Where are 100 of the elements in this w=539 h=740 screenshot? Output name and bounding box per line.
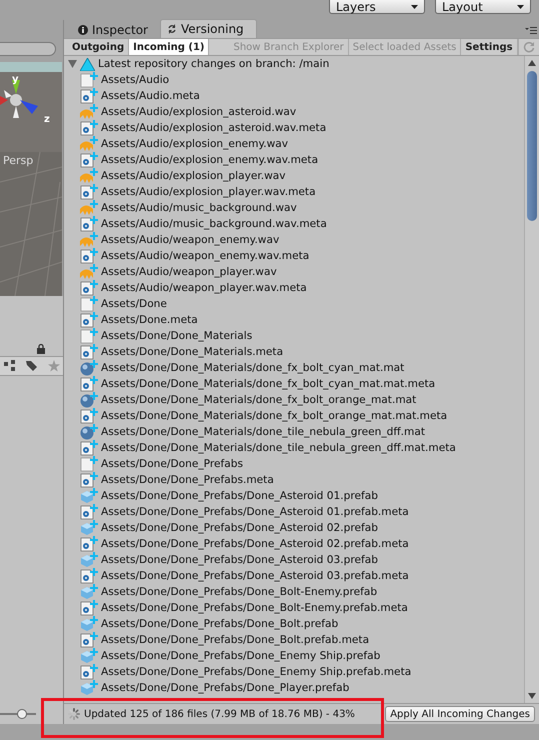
prefab-file-icon bbox=[80, 488, 100, 504]
status-message: Updated 125 of 186 files (7.99 MB of 18.76 MB) - 43% bbox=[84, 708, 355, 720]
prefab-file-icon bbox=[80, 616, 100, 632]
audio-file-icon bbox=[80, 136, 100, 152]
file-path[interactable]: Assets/Done/Done_Prefabs/Done_Bolt-Enemy.prefab bbox=[101, 586, 378, 598]
file-path[interactable]: Assets/Done bbox=[101, 298, 167, 310]
folder-file-icon bbox=[80, 296, 100, 312]
file-path[interactable]: Assets/Done/Done_Prefabs/Done_Asteroid 02.prefab bbox=[101, 522, 378, 534]
material-file-icon bbox=[80, 392, 100, 408]
tab[interactable]: Versioning bbox=[160, 19, 257, 38]
file-path[interactable]: Assets/Done/Done_Materials/done_tile_nebula_green_dff.mat.meta bbox=[101, 442, 456, 454]
meta-file-icon bbox=[80, 344, 100, 360]
file-path[interactable]: Assets/Audio/music_background.wav bbox=[101, 202, 297, 214]
file-path[interactable]: Assets/Audio/weapon_player.wav.meta bbox=[101, 282, 307, 294]
menu-icon[interactable] bbox=[525, 26, 537, 34]
file-path[interactable]: Assets/Done/Done_Prefabs/Done_Bolt.prefab.meta bbox=[101, 634, 370, 646]
file-path[interactable]: Assets/Done/Done_Materials.meta bbox=[101, 346, 284, 358]
dropdown[interactable]: Layout bbox=[435, 0, 531, 14]
file-path[interactable]: Assets/Done/Done_Prefabs/Done_Enemy Ship.prefab bbox=[101, 650, 380, 662]
file-path[interactable]: Assets/Audio/explosion_enemy.wav.meta bbox=[101, 154, 318, 166]
meta-file-icon bbox=[80, 504, 100, 520]
expand-arrow-icon[interactable] bbox=[68, 60, 77, 68]
meta-file-icon bbox=[80, 408, 100, 424]
zoom-slider[interactable] bbox=[0, 709, 36, 719]
file-path[interactable]: Assets/Done/Done_Prefabs.meta bbox=[101, 474, 274, 486]
meta-file-icon bbox=[80, 664, 100, 680]
folder-file-icon bbox=[80, 456, 100, 472]
file-path[interactable]: Assets/Audio/music_background.wav.meta bbox=[101, 218, 327, 230]
file-path[interactable]: Assets/Done/Done_Materials/done_fx_bolt_cyan_mat.mat bbox=[101, 362, 404, 374]
prefab-file-icon bbox=[80, 552, 100, 568]
star-icon[interactable] bbox=[48, 360, 60, 372]
file-path[interactable]: Assets/Done/Done_Prefabs/Done_Bolt-Enemy.prefab.meta bbox=[101, 602, 408, 614]
file-path[interactable]: Assets/Done/Done_Materials/done_fx_bolt_cyan_mat.mat.meta bbox=[101, 378, 436, 390]
toolbar-button[interactable]: Settings bbox=[461, 39, 518, 55]
caret-icon bbox=[517, 4, 524, 8]
file-path[interactable]: Assets/Audio/weapon_enemy.wav.meta bbox=[101, 250, 310, 262]
file-path[interactable]: Assets/Done/Done_Materials/done_fx_bolt_orange_mat.mat bbox=[101, 394, 416, 406]
audio-file-icon bbox=[80, 168, 100, 184]
file-path[interactable]: Assets/Done/Done_Prefabs bbox=[101, 458, 243, 470]
warning-triangle-icon bbox=[80, 58, 95, 70]
audio-file-icon bbox=[80, 264, 100, 280]
file-path[interactable]: Assets/Audio/explosion_asteroid.wav bbox=[101, 106, 296, 118]
material-file-icon bbox=[80, 424, 100, 440]
file-path[interactable]: Assets/Audio/weapon_enemy.wav bbox=[101, 234, 280, 246]
audio-file-icon bbox=[80, 200, 100, 216]
prefab-file-icon bbox=[80, 584, 100, 600]
folder-file-icon bbox=[80, 328, 100, 344]
file-path[interactable]: Assets/Done/Done_Materials/done_tile_nebula_green_dff.mat bbox=[101, 426, 426, 438]
apply-button[interactable]: Apply All Incoming Changes bbox=[385, 706, 535, 722]
hierarchy-icon[interactable] bbox=[4, 360, 16, 372]
meta-file-icon bbox=[80, 536, 100, 552]
info-icon bbox=[78, 25, 88, 35]
tree-header: Latest repository changes on branch: /main bbox=[98, 58, 330, 70]
axis-label: z bbox=[44, 114, 50, 125]
meta-file-icon bbox=[80, 248, 100, 264]
file-path[interactable]: Assets/Audio bbox=[101, 74, 170, 86]
search-field[interactable] bbox=[0, 42, 56, 56]
file-path[interactable]: Assets/Done/Done_Prefabs/Done_Enemy Ship.prefab.meta bbox=[101, 666, 412, 678]
file-path[interactable]: Assets/Done/Done_Prefabs/Done_Bolt.prefab bbox=[101, 618, 338, 630]
meta-file-icon bbox=[80, 216, 100, 232]
file-path[interactable]: Assets/Done/Done_Prefabs/Done_Asteroid 03.prefab bbox=[101, 554, 378, 566]
file-path[interactable]: Assets/Done/Done_Prefabs/Done_Asteroid 01.prefab.meta bbox=[101, 506, 409, 518]
scroll-down-icon[interactable] bbox=[528, 693, 536, 699]
spinner-icon bbox=[68, 708, 80, 720]
tag-icon[interactable] bbox=[26, 360, 38, 372]
meta-file-icon bbox=[80, 312, 100, 328]
file-path[interactable]: Assets/Done/Done_Prefabs/Done_Asteroid 02.prefab.meta bbox=[101, 538, 409, 550]
audio-file-icon bbox=[80, 104, 100, 120]
tab[interactable]: Inspector bbox=[72, 22, 160, 38]
file-path[interactable]: Assets/Audio.meta bbox=[101, 90, 200, 102]
sync-icon bbox=[166, 24, 177, 34]
file-path[interactable]: Assets/Done/Done_Prefabs/Done_Asteroid 01.prefab bbox=[101, 490, 378, 502]
file-path[interactable]: Assets/Audio/explosion_asteroid.wav.meta bbox=[101, 122, 326, 134]
dropdown[interactable]: Layers bbox=[329, 0, 425, 14]
prefab-file-icon bbox=[80, 520, 100, 536]
refresh-icon bbox=[523, 41, 535, 53]
meta-file-icon bbox=[80, 632, 100, 648]
meta-file-icon bbox=[80, 376, 100, 392]
scroll-up-icon[interactable] bbox=[528, 60, 536, 66]
meta-file-icon bbox=[80, 280, 100, 296]
file-path[interactable]: Assets/Done/Done_Materials bbox=[101, 330, 252, 342]
meta-file-icon bbox=[80, 568, 100, 584]
file-path[interactable]: Assets/Audio/explosion_enemy.wav bbox=[101, 138, 288, 150]
prefab-file-icon bbox=[80, 648, 100, 664]
meta-file-icon bbox=[80, 184, 100, 200]
file-path[interactable]: Assets/Audio/explosion_player.wav bbox=[101, 170, 286, 182]
file-path[interactable]: Assets/Done/Done_Materials/done_fx_bolt_orange_mat.mat.meta bbox=[101, 410, 448, 422]
file-path[interactable]: Assets/Audio/explosion_player.wav.meta bbox=[101, 186, 316, 198]
audio-file-icon bbox=[80, 232, 100, 248]
file-path[interactable]: Assets/Done.meta bbox=[101, 314, 198, 326]
scrollbar-thumb[interactable] bbox=[527, 71, 537, 221]
meta-file-icon bbox=[80, 120, 100, 136]
file-path[interactable]: Assets/Done/Done_Prefabs/Done_Player.prefab bbox=[101, 682, 350, 694]
meta-file-icon bbox=[80, 472, 100, 488]
file-path[interactable]: Assets/Done/Done_Prefabs/Done_Asteroid 03.prefab.meta bbox=[101, 570, 409, 582]
file-path[interactable]: Assets/Audio/weapon_player.wav bbox=[101, 266, 277, 278]
lock-icon[interactable] bbox=[37, 344, 45, 354]
caret-icon bbox=[411, 4, 418, 8]
prefab-file-icon bbox=[80, 680, 100, 696]
toolbar-button[interactable]: Incoming (1) bbox=[129, 39, 210, 55]
